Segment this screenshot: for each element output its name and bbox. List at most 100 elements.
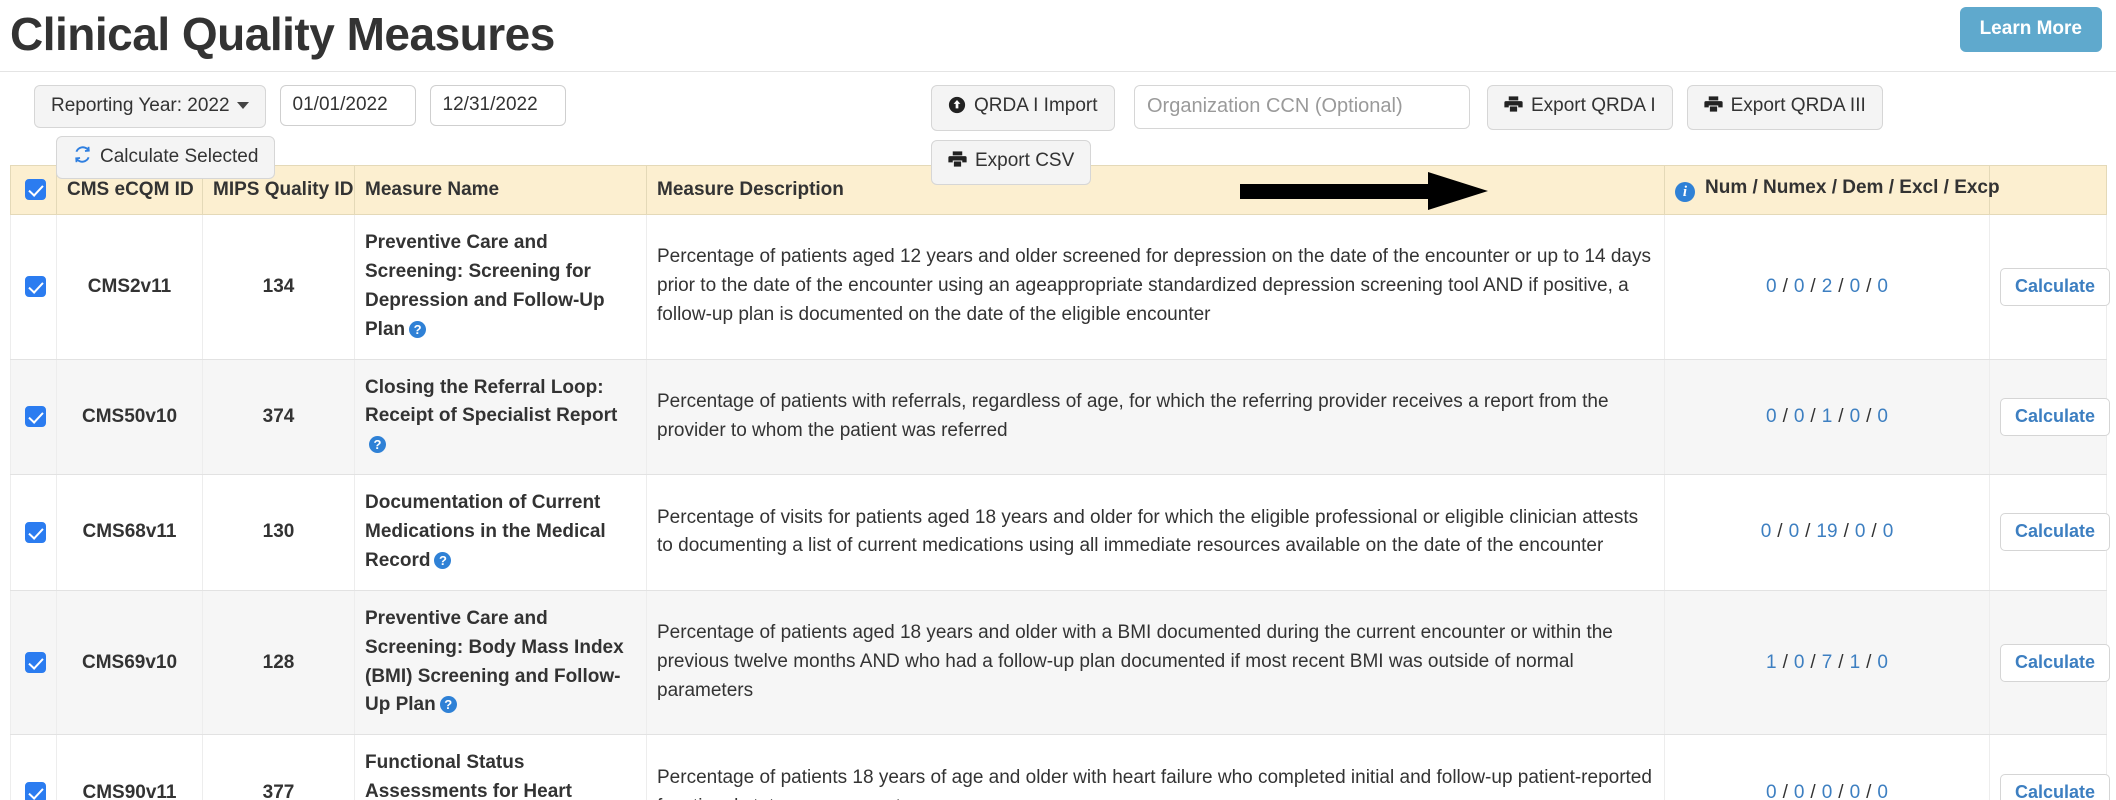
measure-value[interactable]: 2: [1822, 276, 1833, 297]
toolbar-center-group: QRDA I Import Export CSV: [931, 85, 1115, 185]
calculate-button[interactable]: Calculate: [2000, 397, 2111, 436]
cell-ecqm-id: CMS50v10: [56, 359, 203, 476]
row-select-cell: [10, 734, 57, 800]
measure-value[interactable]: 0: [1822, 782, 1833, 800]
row-checkbox[interactable]: [25, 782, 46, 800]
header-numbers-label: Num / Numex / Dem / Excl / Excp: [1705, 177, 2000, 198]
calculate-selected-button[interactable]: Calculate Selected: [56, 135, 276, 179]
measure-value[interactable]: 0: [1850, 782, 1861, 800]
calculate-selected-label: Calculate Selected: [100, 145, 259, 167]
toolbar-left-group: Reporting Year: 2022 Calculate Selected: [34, 85, 566, 179]
value-separator: /: [1866, 781, 1872, 800]
measure-value[interactable]: 0: [1883, 521, 1894, 542]
help-icon[interactable]: ?: [439, 696, 457, 714]
cell-ecqm-id: CMS90v11: [56, 734, 203, 800]
calculate-button[interactable]: Calculate: [2000, 513, 2111, 552]
calculate-button[interactable]: Calculate: [2000, 643, 2111, 682]
export-qrda-3-button[interactable]: Export QRDA III: [1686, 85, 1883, 130]
reporting-year-label: Reporting Year: 2022: [51, 95, 230, 116]
cell-values: 0/0/1/0/0: [1664, 359, 1990, 476]
measure-value[interactable]: 0: [1850, 406, 1861, 427]
row-select-cell: [10, 214, 57, 360]
help-icon[interactable]: ?: [409, 320, 427, 338]
organization-ccn-input[interactable]: [1134, 85, 1470, 129]
cell-ecqm-id: CMS68v11: [56, 474, 203, 591]
qrda-import-button[interactable]: QRDA I Import: [931, 85, 1115, 131]
value-separator: /: [1810, 275, 1816, 297]
value-separator: /: [1838, 781, 1844, 800]
calculate-button[interactable]: Calculate: [2000, 267, 2111, 306]
toolbar-export-group: Export QRDA I Export QRDA III: [1487, 85, 1883, 130]
cell-measure-description: Percentage of patients aged 12 years and…: [646, 214, 1665, 360]
measure-value[interactable]: 0: [1766, 406, 1777, 427]
toolbar: Reporting Year: 2022 Calculate Selected …: [0, 72, 2116, 210]
measure-value[interactable]: 1: [1766, 652, 1777, 673]
measure-value[interactable]: 0: [1877, 276, 1888, 297]
cell-measure-description: Percentage of patients with referrals, r…: [646, 359, 1665, 476]
cell-measure-name: Preventive Care and Screening: Body Mass…: [354, 590, 647, 736]
measure-value[interactable]: 0: [1794, 652, 1805, 673]
table-row: CMS68v11 130 Documentation of Current Me…: [10, 474, 2111, 591]
measure-value[interactable]: 0: [1761, 521, 1772, 542]
learn-more-button[interactable]: Learn More: [1959, 7, 2102, 52]
table-row: CMS50v10 374 Closing the Referral Loop: …: [10, 359, 2111, 476]
row-checkbox[interactable]: [25, 406, 46, 428]
row-checkbox[interactable]: [25, 521, 46, 543]
value-separator: /: [1782, 275, 1788, 297]
measure-value[interactable]: 0: [1766, 276, 1777, 297]
cell-measure-name: Functional Status Assessments for Heart …: [354, 734, 647, 800]
measure-value[interactable]: 1: [1822, 406, 1833, 427]
calculate-button[interactable]: Calculate: [2000, 773, 2111, 800]
value-separator: /: [1838, 275, 1844, 297]
measure-value[interactable]: 1: [1850, 652, 1861, 673]
measure-value[interactable]: 0: [1855, 521, 1866, 542]
measure-value[interactable]: 0: [1877, 782, 1888, 800]
measure-value[interactable]: 0: [1794, 406, 1805, 427]
measure-value[interactable]: 0: [1794, 276, 1805, 297]
cell-mips-id: 377: [202, 734, 355, 800]
help-icon[interactable]: ?: [434, 551, 452, 569]
measure-value[interactable]: 0: [1794, 782, 1805, 800]
cell-measure-description: Percentage of patients aged 18 years and…: [646, 590, 1665, 736]
header-measure-description: Measure Description: [646, 165, 1665, 215]
cell-mips-id: 128: [202, 590, 355, 736]
table-row: CMS90v11 377 Functional Status Assessmen…: [10, 734, 2111, 800]
cell-action: Calculate: [1989, 474, 2111, 591]
measure-value[interactable]: 0: [1766, 782, 1777, 800]
cell-action: Calculate: [1989, 359, 2111, 476]
table-row: CMS2v11 134 Preventive Care and Screenin…: [10, 214, 2111, 360]
reporting-year-dropdown[interactable]: Reporting Year: 2022: [34, 85, 266, 128]
printer-icon: [1703, 95, 1723, 120]
measure-value[interactable]: 0: [1789, 521, 1800, 542]
cell-measure-description: Percentage of visits for patients aged 1…: [646, 474, 1665, 591]
cell-ecqm-id: CMS69v10: [56, 590, 203, 736]
info-icon[interactable]: i: [1675, 182, 1695, 202]
select-all-checkbox[interactable]: [25, 179, 46, 200]
measure-value[interactable]: 0: [1877, 406, 1888, 427]
header-numbers: i Num / Numex / Dem / Excl / Excp: [1664, 165, 2000, 215]
row-checkbox[interactable]: [25, 652, 46, 673]
value-separator: /: [1810, 651, 1816, 673]
help-icon[interactable]: ?: [369, 436, 386, 454]
measure-value[interactable]: 0: [1877, 652, 1888, 673]
cell-action: Calculate: [1989, 214, 2111, 360]
cell-ecqm-id: CMS2v11: [56, 214, 203, 360]
row-select-cell: [10, 590, 57, 736]
end-date-input[interactable]: [429, 85, 566, 126]
page-header: Clinical Quality Measures Learn More: [0, 0, 2116, 72]
row-checkbox[interactable]: [25, 276, 46, 298]
cell-mips-id: 374: [202, 359, 355, 476]
value-separator: /: [1866, 651, 1872, 673]
measure-value[interactable]: 19: [1816, 521, 1837, 542]
value-separator: /: [1810, 781, 1816, 800]
value-separator: /: [1810, 405, 1816, 427]
measure-value[interactable]: 0: [1850, 276, 1861, 297]
value-separator: /: [1838, 405, 1844, 427]
value-separator: /: [1777, 521, 1783, 543]
export-csv-button[interactable]: Export CSV: [931, 139, 1092, 185]
cell-measure-name: Documentation of Current Medications in …: [354, 474, 647, 591]
value-separator: /: [1782, 405, 1788, 427]
start-date-input[interactable]: [279, 85, 416, 126]
measure-value[interactable]: 7: [1822, 652, 1833, 673]
export-qrda-1-button[interactable]: Export QRDA I: [1487, 85, 1673, 130]
